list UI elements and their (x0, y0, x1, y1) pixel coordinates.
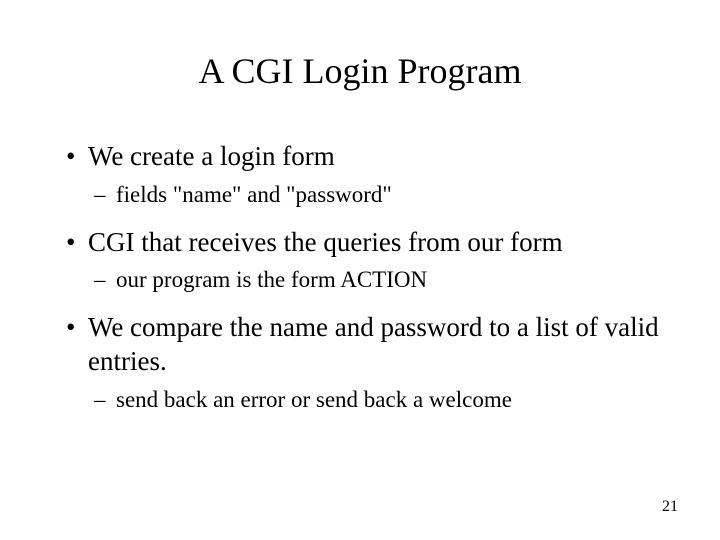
sub-bullet-item: fields "name" and "password" (60, 180, 660, 210)
sub-bullet-item: send back an error or send back a welcom… (60, 385, 660, 415)
bullet-item: We create a login form (60, 140, 660, 174)
bullet-item: We compare the name and password to a li… (60, 311, 660, 379)
page-number: 21 (662, 498, 678, 516)
bullet-list: We create a login form fields "name" and… (60, 140, 660, 415)
bullet-item: CGI that receives the queries from our f… (60, 226, 660, 260)
sub-bullet-item: our program is the form ACTION (60, 265, 660, 295)
slide-title: A CGI Login Program (60, 50, 660, 92)
